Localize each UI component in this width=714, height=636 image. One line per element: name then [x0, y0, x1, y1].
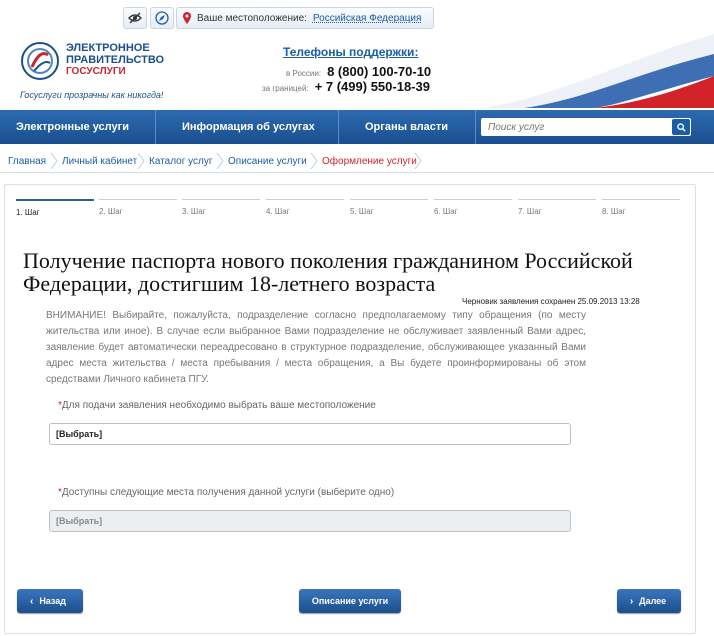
service-description-button[interactable]: Описание услуги	[299, 589, 401, 613]
phone-russia: в России: 8 (800) 100-70-10	[286, 64, 432, 79]
breadcrumb-separator-icon	[414, 153, 422, 169]
logo-text: ЭЛЕКТРОННОЕ ПРАВИТЕЛЬСТВО	[66, 42, 165, 66]
step-7: 7. Шаг	[518, 199, 596, 217]
location-label: Ваше местоположение:	[197, 12, 307, 24]
step-6: 6. Шаг	[434, 199, 512, 217]
search-button[interactable]	[672, 119, 690, 135]
breadcrumb-separator-icon	[216, 153, 224, 169]
russian-flag-ribbon-icon	[484, 34, 714, 108]
service-place-select: [Выбрать]	[49, 510, 571, 532]
form-panel: 1. Шаг 2. Шаг 3. Шаг 4. Шаг 5. Шаг 6. Ша…	[4, 184, 696, 634]
location-field-label: *Для подачи заявления необходимо выбрать…	[58, 400, 376, 411]
gosuslugi-logo-icon[interactable]	[20, 41, 60, 81]
nav-services-info[interactable]: Информация об услугах	[182, 110, 315, 144]
breadcrumb-separator-icon	[50, 153, 58, 169]
breadcrumb-separator-icon	[310, 153, 318, 169]
compass-icon	[155, 11, 169, 25]
step-3: 3. Шаг	[182, 199, 260, 217]
support-phones-title[interactable]: Телефоны поддержки:	[283, 45, 418, 59]
location-pin-icon	[183, 12, 191, 24]
site-header: ЭЛЕКТРОННОЕ ПРАВИТЕЛЬСТВО ГОСУСЛУГИ Госу…	[0, 34, 714, 108]
page-title: Получение паспорта нового поколения граж…	[23, 248, 633, 296]
chevron-right-icon: ›	[629, 595, 634, 607]
chevron-left-icon: ‹	[29, 595, 34, 607]
location-select[interactable]: [Выбрать]	[49, 423, 571, 445]
step-5: 5. Шаг	[350, 199, 428, 217]
top-bar: Ваше местоположение: Российская Федераци…	[0, 0, 714, 34]
search-box	[481, 118, 691, 136]
breadcrumb-home[interactable]: Главная	[8, 150, 46, 172]
breadcrumb-current: Оформление услуги	[322, 155, 417, 167]
breadcrumb-cabinet[interactable]: Личный кабинет	[62, 150, 137, 172]
main-navigation: Электронные услуги Информация об услугах…	[0, 110, 714, 144]
step-1: 1. Шаг	[16, 199, 94, 217]
nav-divider	[155, 110, 156, 144]
slogan: Госуслуги прозрачны как никогда!	[20, 90, 164, 100]
location-selector[interactable]: Ваше местоположение: Российская Федераци…	[176, 7, 434, 29]
eye-icon	[128, 12, 142, 24]
draft-saved-status: Черновик заявления сохранен 25.09.2013 1…	[462, 297, 640, 306]
phone-abroad: за границей: + 7 (499) 550-18-39	[262, 79, 430, 94]
nav-electronic-services[interactable]: Электронные услуги	[16, 110, 129, 144]
back-button[interactable]: ‹ Назад	[17, 589, 83, 613]
breadcrumb: Главная Личный кабинет Каталог услуг Опи…	[0, 150, 714, 173]
step-4: 4. Шаг	[266, 199, 344, 217]
nav-authorities[interactable]: Органы власти	[365, 110, 448, 144]
logo-subtitle: ГОСУСЛУГИ	[66, 66, 126, 77]
search-icon	[676, 122, 686, 132]
nav-divider	[338, 110, 339, 144]
breadcrumb-description[interactable]: Описание услуги	[228, 150, 307, 172]
location-value[interactable]: Российская Федерация	[313, 13, 422, 24]
compass-button[interactable]	[150, 7, 174, 29]
next-button[interactable]: › Далее	[617, 589, 681, 613]
step-8: 8. Шаг	[602, 199, 680, 217]
nav-divider	[475, 110, 476, 144]
warning-text: ВНИМАНИЕ! Выбирайте, пожалуйста, подразд…	[46, 310, 586, 385]
breadcrumb-catalog[interactable]: Каталог услуг	[149, 150, 213, 172]
breadcrumb-separator-icon	[137, 153, 145, 169]
step-2: 2. Шаг	[99, 199, 177, 217]
accessibility-eye-button[interactable]	[123, 7, 147, 29]
service-place-field-label: *Доступны следующие места получения данн…	[58, 487, 395, 498]
search-input[interactable]	[481, 118, 661, 136]
